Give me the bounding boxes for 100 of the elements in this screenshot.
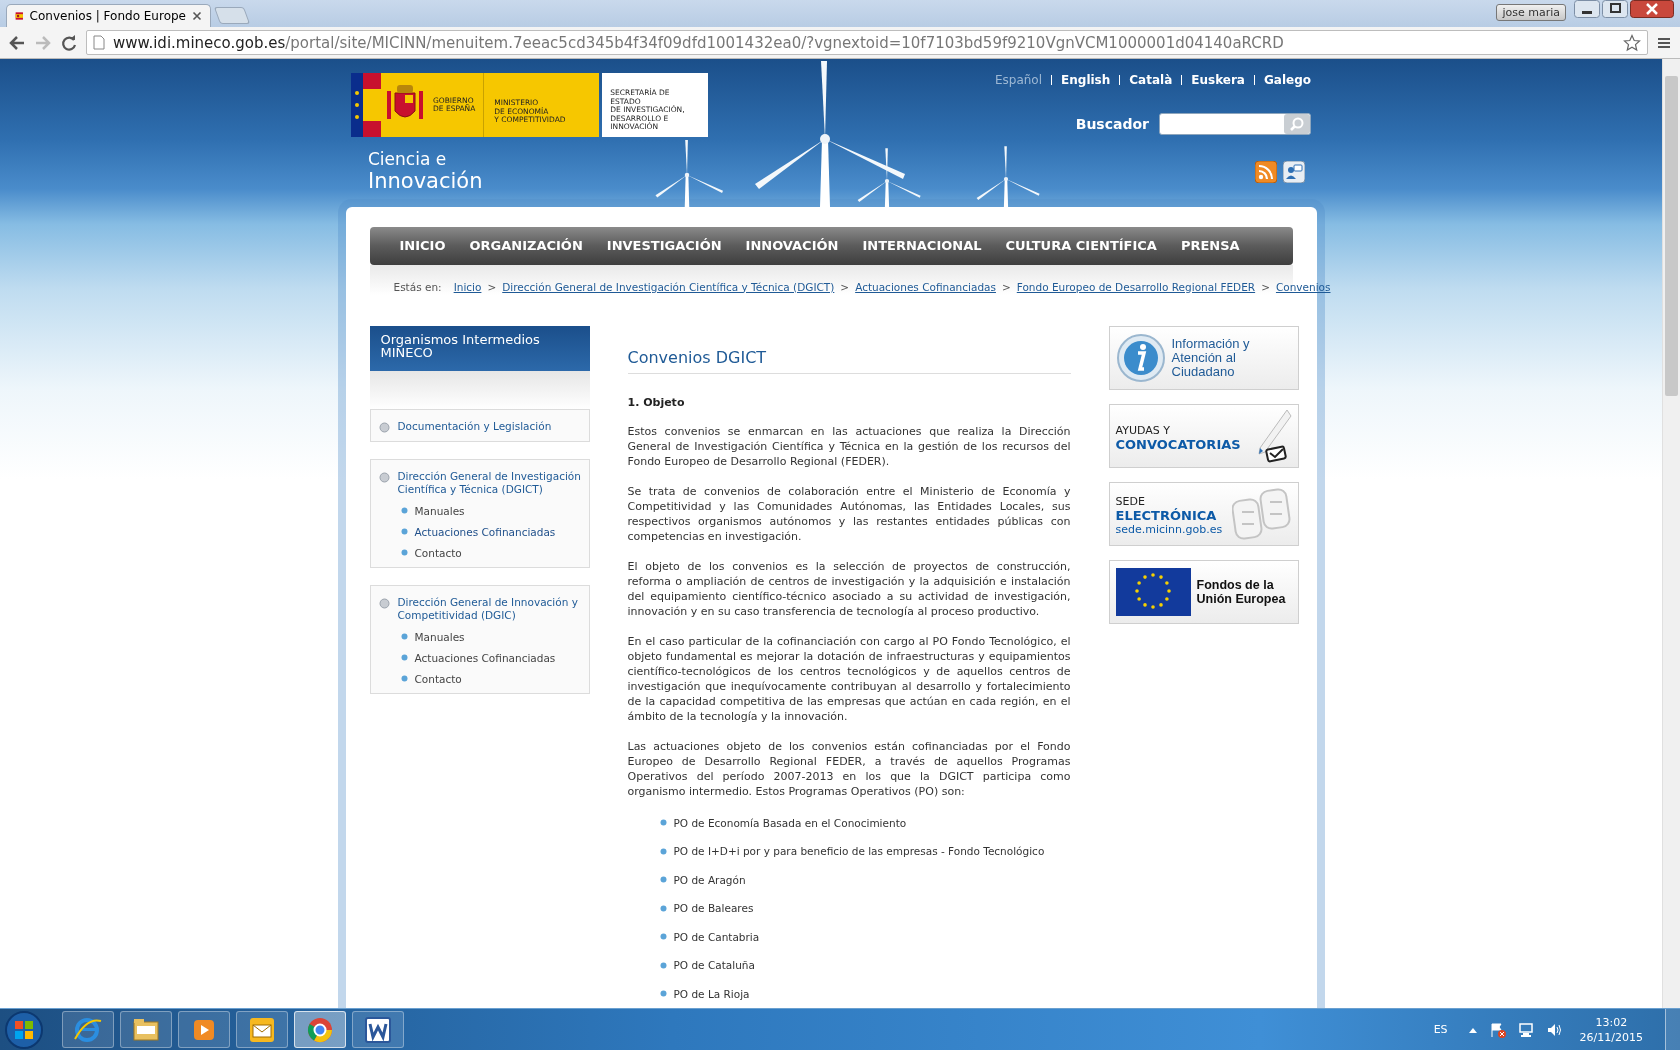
radio-dot-icon — [378, 421, 390, 433]
nav-link[interactable]: INNOVACIÓN — [745, 238, 839, 253]
taskbar-button[interactable] — [62, 1011, 114, 1048]
page-icon — [93, 35, 105, 50]
sidebar-sublink[interactable]: Actuaciones Cofinanciadas — [414, 525, 556, 538]
radio-dot-icon — [378, 597, 390, 609]
nav-link[interactable]: ORGANIZACIÓN — [469, 238, 583, 253]
banner-link[interactable]: Información y Atención al Ciudadano — [1108, 325, 1299, 390]
list-item: PO de I+D+i por y para beneficio de las empresas - Fondo Tecnológico — [673, 845, 1045, 858]
banner-text: sede.micinn.gob.es — [1115, 523, 1223, 536]
bullet-icon — [659, 876, 667, 884]
language-link[interactable]: Galego — [1263, 73, 1311, 87]
taskbar-button[interactable] — [120, 1011, 172, 1048]
radio-dot-icon — [378, 471, 390, 483]
page-title: Convenios DGICT — [627, 347, 1071, 374]
address-field[interactable]: www.idi.mineco.gob.es/portal/site/MICINN/menuitem.7eeac5cd345b4f34f09dfd1001432ea0/?vgnextoid=10f7103bd59f9210VgnVCM1000001d04140aRCRD — [86, 30, 1648, 55]
paragraph: Estos convenios se enmarcan en las actuaciones que realiza la Dirección General de Investigación Científica y Técnica en la gestión de los recursos del Fondo Europeo de Desarrollo Regional (FEDER). — [627, 423, 1071, 469]
breadcrumb-label: Estás en: — [393, 280, 442, 293]
taskbar-button[interactable] — [236, 1011, 288, 1048]
nav-link[interactable]: INVESTIGACIÓN — [606, 238, 722, 253]
nav-link[interactable]: INTERNACIONAL — [862, 238, 982, 253]
sidebar-sublink[interactable]: Actuaciones Cofinanciadas — [414, 651, 556, 664]
breadcrumb-separator: > — [1261, 280, 1270, 293]
language-indicator[interactable]: ES — [1433, 1023, 1448, 1036]
banner-link[interactable]: Fondos de la Unión Europea — [1108, 559, 1299, 624]
banner-text: CONVOCATORIAS — [1115, 436, 1241, 452]
back-icon[interactable] — [8, 33, 26, 52]
user-profile-button[interactable]: jose maria — [1496, 4, 1566, 21]
section-heading: 1. Objeto — [627, 395, 686, 409]
site-title: Innovación — [368, 169, 484, 193]
banner-link[interactable]: AYUDAS Y CONVOCATORIAS — [1108, 403, 1299, 468]
nav-link[interactable]: INICIO — [399, 238, 446, 253]
bullet-icon — [400, 675, 408, 682]
close-tab-icon[interactable] — [192, 11, 202, 21]
paragraph: Se trata de convenios de colaboración entre el Ministerio de Economía y Competitividad y las Comunidades Autónomas, las Entidades Locales, sus respectivos organismos autónomos y las restantes entidades públicas con competencias en investigación. — [627, 483, 1071, 544]
language-link[interactable]: Català — [1129, 73, 1173, 87]
rss-icon[interactable] — [1255, 161, 1277, 183]
sidebar-link[interactable]: Documentación y Legislación — [397, 419, 552, 433]
list-item: PO de La Rioja — [673, 987, 750, 1000]
breadcrumb-separator: > — [840, 280, 850, 293]
outline-blocks-icon — [1231, 485, 1292, 542]
breadcrumb-link[interactable]: Fondo Europeo de Desarrollo Regional FEDER — [1016, 280, 1256, 293]
scrollbar[interactable] — [1662, 59, 1680, 1008]
sidebar-sublink[interactable]: Contacto — [414, 546, 462, 559]
banner-text: ELECTRÓNICA — [1115, 508, 1218, 523]
breadcrumb-link[interactable]: Inicio — [453, 280, 482, 293]
list-item: PO de Cantabria — [673, 930, 760, 943]
taskbar-button[interactable] — [352, 1011, 404, 1048]
stars-flag-icon — [1115, 567, 1191, 616]
bullet-icon — [659, 819, 667, 827]
taskbar-button[interactable] — [294, 1011, 346, 1048]
site-title: Ciencia e — [368, 149, 448, 169]
browser-tab[interactable]: Convenios | Fondo Europe — [6, 4, 211, 27]
language-link[interactable]: English — [1061, 73, 1111, 87]
banner-text: AYUDAS Y — [1115, 423, 1171, 437]
start-orb-icon[interactable] — [4, 1009, 44, 1050]
bullet-icon — [400, 528, 408, 535]
flag-x-icon[interactable] — [1489, 1021, 1506, 1038]
scrollbar-thumb[interactable] — [1665, 76, 1678, 396]
breadcrumb-link[interactable]: Convenios — [1275, 280, 1331, 293]
minimize-icon[interactable] — [1574, 0, 1600, 18]
favicon-icon — [15, 9, 24, 23]
sidebar-link[interactable]: Dirección General de Investigación Científica y Técnica (DGICT) — [397, 469, 583, 496]
bookmark-star-icon[interactable] — [1623, 33, 1641, 52]
taskbar-button[interactable] — [178, 1011, 230, 1048]
bullet-icon — [659, 933, 667, 941]
language-link[interactable]: Euskera — [1191, 73, 1245, 87]
bullet-icon — [659, 904, 667, 912]
network-icon[interactable] — [1517, 1021, 1534, 1038]
search-field[interactable] — [1159, 113, 1311, 135]
nav-link[interactable]: PRENSA — [1180, 238, 1240, 253]
breadcrumb-link[interactable]: Dirección General de Investigación Científica y Técnica (DGICT) — [502, 280, 835, 293]
paragraph: El objeto de los convenios es la selección de proyectos de construcción, reforma o ampliación de centros de investigación y la adquisición e instalación del equipamiento científico-técnico asociado a su actividad de investigación, innovación y en su caso transferencia de tecnología al proceso productivo. — [627, 558, 1071, 619]
bullet-icon — [400, 654, 408, 661]
banner-link[interactable]: SEDE ELECTRÓNICA sede.micinn.gob.es — [1108, 481, 1299, 546]
reload-icon[interactable] — [60, 33, 78, 52]
banner-text: Fondos de la Unión Europea — [1196, 577, 1286, 606]
sidebar-link[interactable]: Dirección General de Innovación y Competitividad (DGIC) — [397, 595, 583, 622]
sidebar-title: Organismos Intermedios MINECO — [369, 325, 590, 371]
info-icon — [1115, 332, 1166, 383]
sidebar-sublink[interactable]: Manuales — [414, 630, 465, 643]
bullet-icon — [400, 507, 408, 514]
maximize-icon[interactable] — [1602, 0, 1628, 18]
banner-text: SEDE — [1115, 495, 1146, 508]
breadcrumb-link[interactable]: Actuaciones Cofinanciadas — [855, 280, 996, 293]
clock-button[interactable]: 13:02 26/11/2015 — [1573, 1014, 1649, 1045]
sidebar-sublink[interactable]: Contacto — [414, 672, 462, 685]
bullet-icon — [400, 549, 408, 556]
list-item: PO de Economía Basada en el Conocimiento — [673, 816, 907, 829]
list-item: PO de Baleares — [673, 902, 754, 915]
w-letter-icon — [363, 1014, 393, 1045]
bullet-icon — [659, 990, 667, 998]
list-item: PO de Cataluña — [673, 959, 755, 972]
language-link[interactable]: Español — [994, 73, 1043, 87]
bullet-icon — [659, 961, 667, 969]
sidebar-sublink[interactable]: Manuales — [414, 504, 465, 517]
contact-person-icon[interactable] — [1283, 161, 1305, 183]
search-label: Buscador — [1075, 116, 1149, 132]
nav-link[interactable]: CULTURA CIENTÍFICA — [1005, 238, 1157, 253]
close-icon[interactable] — [1630, 0, 1674, 18]
